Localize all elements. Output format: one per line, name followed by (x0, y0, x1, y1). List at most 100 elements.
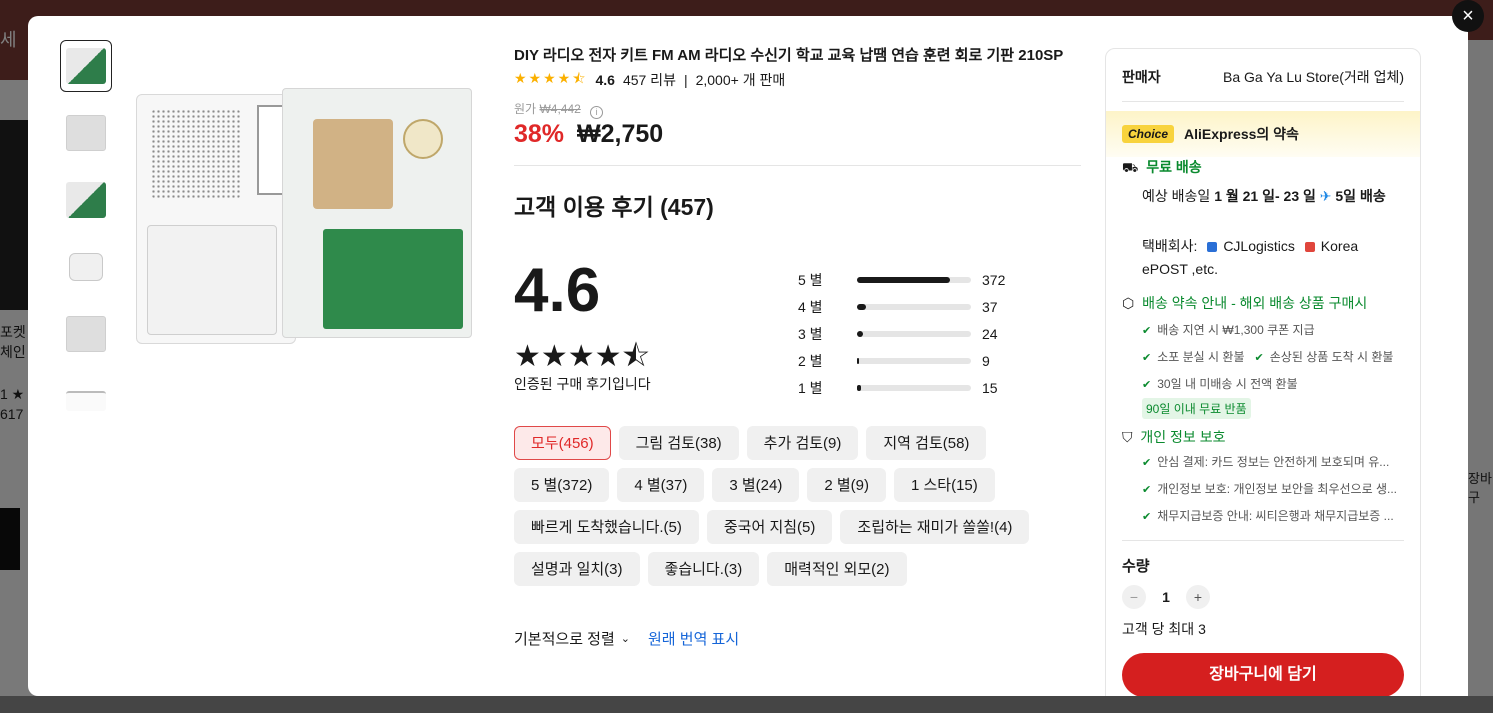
rating-bar-row: 2 별 9 (798, 347, 1038, 374)
seller-name[interactable]: Ba Ga Ya Lu Store(거래 업체) (1223, 67, 1404, 87)
review-filter-chip[interactable]: 3 별(24) (712, 468, 800, 502)
review-count[interactable]: 457 리뷰 (623, 70, 676, 90)
policy-text: 30일 내 미배송 시 전액 환불 (1157, 377, 1298, 391)
average-rating: 4.6 (514, 256, 601, 325)
delivery-promise-link[interactable]: ⬡ 배송 약속 안내 - 해외 배송 상품 구매시 (1122, 293, 1367, 313)
thumbnail-4[interactable] (60, 241, 112, 293)
discount-percent: 38% (514, 120, 565, 148)
main-product-image[interactable] (132, 88, 472, 348)
free-shipping-label: 무료 배송 (1146, 159, 1202, 175)
review-filter-chip[interactable]: 4 별(37) (617, 468, 705, 502)
rating-bar-fill (857, 330, 864, 337)
policy-item: ✔ 손상된 상품 도착 시 환불 (1255, 344, 1394, 371)
product-thumb-2 (66, 115, 106, 151)
review-filter-chip[interactable]: 빠르게 도착했습니다.(5) (514, 510, 699, 544)
verified-purchase-note: 인증된 구매 후기입니다 (514, 376, 651, 392)
privacy-text: 개인정보 보호: 개인정보 보안을 최우선으로 생... (1157, 482, 1397, 496)
divider (1122, 540, 1404, 541)
sort-dropdown[interactable]: 기본적으로 정렬 ⌄ (514, 628, 630, 649)
max-per-customer: 고객 당 최대 3 (1122, 621, 1206, 637)
quantity-plus-button[interactable]: + (1186, 585, 1210, 609)
check-icon: ✔ (1142, 379, 1152, 391)
check-icon: ✔ (1142, 457, 1152, 469)
privacy-item: ✔ 채무지급보증 안내: 씨티은행과 채무지급보증 ... (1142, 503, 1404, 530)
rating-bar-fill (857, 276, 950, 283)
thumbnail-5[interactable] (60, 308, 112, 360)
policy-text: 손상된 상품 도착 시 환불 (1269, 350, 1394, 364)
free-shipping: ⛟ 무료 배송 (1122, 157, 1202, 178)
quantity-minus-button[interactable]: − (1122, 585, 1146, 609)
shield-icon: ⛉ (1122, 429, 1133, 445)
privacy-item: ✔ 안심 결제: 카드 정보는 안전하게 보호되며 유... (1142, 449, 1404, 476)
rating-bar-track (857, 384, 971, 391)
product-thumb-5 (66, 316, 106, 352)
choice-badge: Choice (1122, 125, 1175, 143)
policy-text: 배송 지연 시 ₩1,300 쿠폰 지급 (1157, 323, 1315, 337)
product-thumb-4 (69, 253, 103, 281)
privacy-item: ✔ 개인정보 보호: 개인정보 보안을 최우선으로 생... (1142, 476, 1404, 503)
review-filter-chip[interactable]: 지역 검토(58) (866, 426, 987, 460)
close-icon[interactable]: × (1452, 0, 1484, 32)
review-filter-chip[interactable]: 5 별(372) (514, 468, 610, 502)
review-filter-chip[interactable]: 모두(456) (514, 426, 611, 460)
quantity-label: 수량 (1122, 558, 1150, 575)
thumbnail-3[interactable] (60, 174, 112, 226)
thumbnail-2[interactable] (60, 107, 112, 159)
review-filter-chip[interactable]: 조립하는 재미가 쏠쏠!(4) (840, 510, 1030, 544)
product-title: DIY 라디오 전자 키트 FM AM 라디오 수신기 학교 교육 납땜 연습 … (514, 47, 1064, 64)
rating-breakdown: 5 별 372 4 별 37 3 별 24 2 별 9 1 별 15 (798, 266, 1038, 401)
policy-item: ✔ 30일 내 미배송 시 전액 환불 (1142, 371, 1298, 398)
policy-item: ✔ 소포 분실 시 환불 (1142, 344, 1245, 371)
rating-bar-count: 15 (982, 379, 998, 396)
price: 38% ₩2,750 (514, 120, 663, 149)
add-to-cart-button[interactable]: 장바구니에 담기 (1122, 653, 1404, 696)
review-filter-chip[interactable]: 설명과 일치(3) (514, 552, 640, 586)
sold-count: 2,000+ 개 판매 (695, 72, 786, 88)
korea-post-icon (1304, 242, 1315, 252)
review-filter-chip[interactable]: 추가 검토(9) (746, 426, 859, 460)
rating-bar-count: 9 (982, 352, 990, 369)
product-thumb-1 (66, 48, 106, 84)
info-icon[interactable]: i (590, 106, 604, 119)
policy-title: 배송 약속 안내 - 해외 배송 상품 구매시 (1142, 295, 1368, 311)
star-rating-icon: ★★★★⯪ (514, 70, 588, 86)
sale-price: ₩2,750 (577, 120, 664, 148)
review-filter-chip[interactable]: 그림 검토(38) (618, 426, 739, 460)
rating-bar-label: 3 별 (798, 325, 823, 342)
radio-casing (136, 94, 296, 344)
original-price-label: 원가 (514, 102, 537, 116)
rating-bar-row: 1 별 15 (798, 374, 1038, 401)
reviews-heading: 고객 이용 후기 (457) (514, 194, 714, 220)
thumbnail-1[interactable] (60, 40, 112, 92)
rating-bar-label: 4 별 (798, 298, 823, 315)
original-price-value: ₩4,442 (539, 102, 581, 116)
rating-bar-fill (857, 303, 867, 310)
show-original-translation-link[interactable]: 원래 번역 표시 (648, 628, 739, 649)
rating-bar-label: 2 별 (798, 352, 823, 369)
rating-bar-count: 372 (982, 271, 1006, 288)
tuning-knob (403, 119, 443, 159)
check-icon: ✔ (1142, 352, 1152, 364)
rating-bar-row: 4 별 37 (798, 293, 1038, 320)
quantity-value[interactable]: 1 (1146, 589, 1186, 605)
carrier-info: 택배회사: CJLogistics Korea ePOST ,etc. (1142, 235, 1404, 281)
check-icon: ✔ (1254, 352, 1264, 364)
speaker-grille (151, 109, 241, 199)
privacy-list: ✔ 안심 결제: 카드 정보는 안전하게 보호되며 유... ✔ 개인정보 보호: … (1142, 449, 1404, 530)
rating-bar-label: 5 별 (798, 271, 823, 288)
review-filter-chip[interactable]: 1 스타(15) (893, 468, 995, 502)
review-filter-chip[interactable]: 좋습니다.(3) (647, 552, 760, 586)
seller-label: 판매자 (1122, 69, 1161, 85)
review-filter-chip[interactable]: 중국어 지침(5) (706, 510, 833, 544)
product-thumb-6 (66, 391, 106, 411)
shield-box-icon: ⬡ (1122, 295, 1135, 311)
thumbnail-6[interactable] (60, 375, 112, 427)
review-filter-chip[interactable]: 2 별(9) (807, 468, 886, 502)
carrier-label: 택배회사: (1142, 238, 1198, 254)
carrier-1: CJLogistics (1223, 238, 1295, 254)
cj-logistics-icon (1207, 242, 1218, 252)
check-icon: ✔ (1142, 484, 1152, 496)
rating-value: 4.6 (595, 72, 615, 88)
review-filter-chip[interactable]: 매력적인 외모(2) (767, 552, 907, 586)
privacy-link[interactable]: ⛉ 개인 정보 보호 (1122, 427, 1225, 447)
